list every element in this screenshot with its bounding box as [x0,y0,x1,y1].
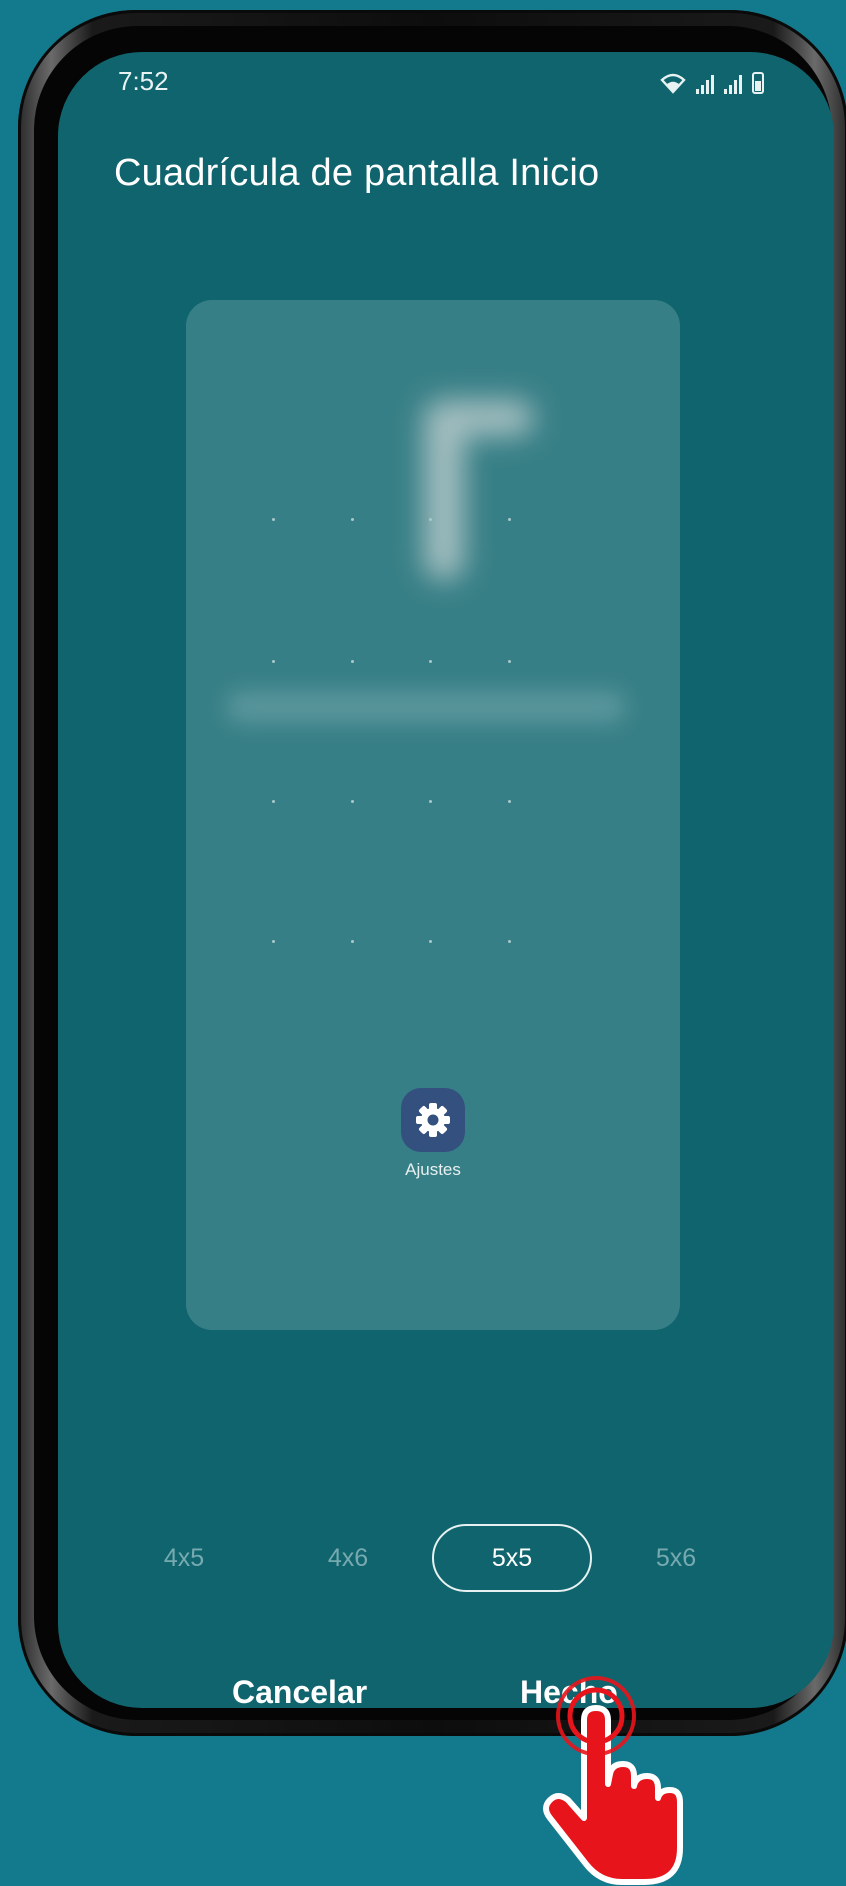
grid-dot [272,800,275,803]
grid-dot [351,800,354,803]
pointer-hand-icon [543,1676,683,1885]
signal-icon [696,74,714,94]
grid-option-4x6[interactable]: 4x6 [268,1524,428,1592]
grid-dot [429,800,432,803]
home-screen-preview: Ajustes [186,300,680,1330]
grid-dot [508,518,511,521]
grid-dot [508,940,511,943]
app-label: Ajustes [405,1160,461,1179]
blurred-clock-widget [404,380,534,580]
phone-screen: 7:52 Cuadrícula de pantalla Inicio Ajust… [58,52,834,1708]
grid-option-5x5[interactable]: 5x5 [432,1524,592,1592]
grid-dot [272,660,275,663]
wifi-icon [660,73,686,94]
grid-dot [429,518,432,521]
grid-dot [508,800,511,803]
status-time: 7:52 [118,66,169,96]
grid-dot [272,518,275,521]
grid-dot [351,660,354,663]
battery-icon [752,72,764,94]
app-settings[interactable]: Ajustes [399,1088,467,1180]
grid-option-4x5[interactable]: 4x5 [104,1524,264,1592]
status-icons [660,66,764,94]
gear-icon [401,1088,465,1152]
blurred-date-widget [226,690,626,724]
grid-dot [429,940,432,943]
signal-icon [724,74,742,94]
grid-option-5x6[interactable]: 5x6 [596,1524,756,1592]
grid-dot [351,940,354,943]
grid-dot [351,518,354,521]
page-title: Cuadrícula de pantalla Inicio [114,152,600,194]
grid-options: 4x5 4x6 5x5 5x6 [58,1524,834,1594]
grid-dot [429,660,432,663]
cancel-button[interactable]: Cancelar [232,1674,367,1708]
grid-dot [272,940,275,943]
grid-dot [508,660,511,663]
phone-frame: 7:52 Cuadrícula de pantalla Inicio Ajust… [18,10,846,1736]
